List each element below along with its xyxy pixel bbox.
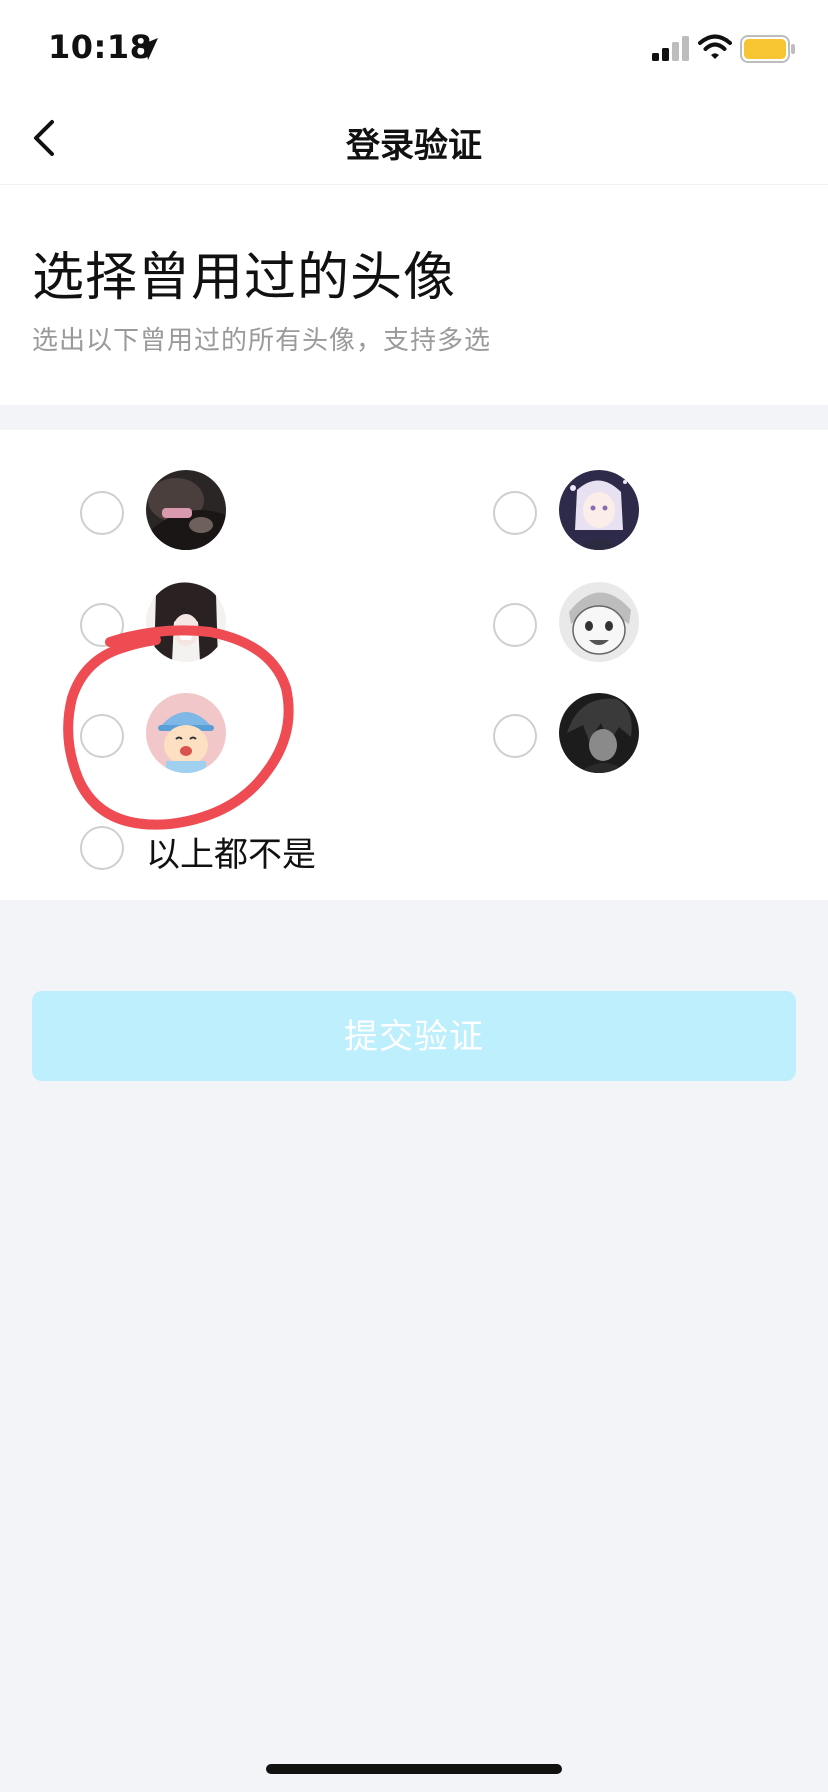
submit-verification-button[interactable]: 提交验证: [32, 991, 796, 1081]
avatar-option-3[interactable]: [80, 582, 420, 672]
battery-icon: [740, 35, 795, 63]
avatar-option-5[interactable]: [80, 693, 420, 783]
avatar-option-2[interactable]: [493, 470, 828, 560]
radio-button[interactable]: [80, 826, 124, 870]
radio-button[interactable]: [80, 603, 124, 647]
avatar-image-cartoon-helmet: [146, 693, 226, 773]
status-bar: 10:18: [0, 0, 828, 96]
page-title: 登录验证: [346, 126, 482, 166]
avatar-options: 以上都不是: [0, 430, 828, 900]
section-title: 选择曾用过的头像: [32, 248, 457, 308]
avatar-option-4[interactable]: [493, 582, 828, 672]
radio-button[interactable]: [493, 491, 537, 535]
avatar-image-dark-anime-boy: [559, 693, 639, 773]
navigation-bar: 登录验证: [0, 96, 828, 185]
wifi-icon: [698, 34, 732, 59]
login-verification-screen: 10:18 登录验证 选择曾用过的头像 选出以下曾用过的所有头像，支持多选 以上…: [0, 0, 828, 1792]
signal-bars-icon: [652, 36, 689, 61]
radio-button[interactable]: [80, 714, 124, 758]
none-of-above-label: 以上都不是: [146, 835, 316, 875]
avatar-image-dark-hair: [146, 582, 226, 662]
avatar-option-6[interactable]: [493, 693, 828, 783]
heading-section: 选择曾用过的头像 选出以下曾用过的所有头像，支持多选: [0, 185, 828, 405]
section-subtitle: 选出以下曾用过的所有头像，支持多选: [32, 326, 492, 356]
avatar-image-dark-photo: [146, 470, 226, 550]
radio-button[interactable]: [80, 491, 124, 535]
avatar-image-anime-girl-lavender: [559, 470, 639, 550]
radio-button[interactable]: [493, 603, 537, 647]
avatar-image-sketch-face: [559, 582, 639, 662]
home-indicator[interactable]: [266, 1764, 562, 1774]
radio-button[interactable]: [493, 714, 537, 758]
location-arrow-icon: [136, 38, 158, 60]
none-of-above-option[interactable]: 以上都不是: [80, 805, 480, 895]
avatar-option-1[interactable]: [80, 470, 420, 560]
